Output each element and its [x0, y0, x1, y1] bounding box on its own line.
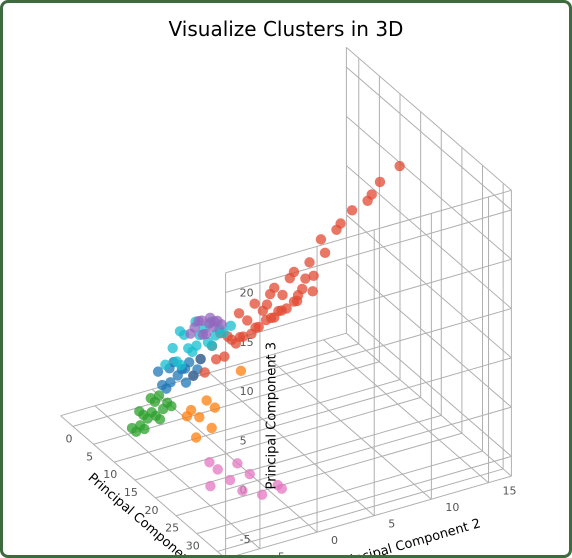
svg-text:0: 0: [331, 534, 338, 547]
point-cluster-red: [285, 273, 295, 283]
point-cluster-magenta: [245, 469, 255, 479]
point-cluster-red: [258, 306, 268, 316]
point-cluster-magenta: [232, 458, 242, 468]
svg-text:10: 10: [240, 385, 254, 398]
point-cluster-red: [292, 296, 302, 306]
point-cluster-red: [347, 205, 357, 215]
point-cluster-red: [300, 273, 310, 283]
point-cluster-red: [394, 161, 404, 171]
point-cluster-red: [261, 315, 271, 325]
point-cluster-purple: [204, 318, 214, 328]
point-cluster-red: [304, 257, 314, 267]
point-cluster-cyan: [172, 356, 182, 366]
svg-text:-5: -5: [240, 533, 251, 546]
point-cluster-red: [316, 234, 326, 244]
point-cluster-red: [320, 248, 330, 258]
svg-text:5: 5: [86, 450, 93, 463]
point-cluster-blue: [188, 371, 198, 381]
point-cluster-green: [146, 393, 156, 403]
point-cluster-magenta: [257, 489, 267, 499]
point-cluster-green: [158, 404, 168, 414]
point-cluster-cyan: [183, 343, 193, 353]
point-cluster-purple: [185, 328, 195, 338]
point-cluster-cyan: [226, 321, 236, 331]
point-cluster-red: [331, 225, 341, 235]
point-cluster-red: [277, 290, 287, 300]
point-cluster-cyan: [167, 343, 177, 353]
point-cluster-orange: [182, 411, 192, 421]
point-cluster-red: [265, 289, 275, 299]
point-cluster-magenta: [225, 475, 235, 485]
point-cluster-red: [234, 308, 244, 318]
svg-text:15: 15: [503, 485, 517, 498]
svg-text:20: 20: [240, 287, 254, 300]
point-cluster-orange: [210, 402, 220, 412]
point-cluster-red: [276, 305, 286, 315]
point-cluster-red: [242, 315, 252, 325]
svg-text:-5: -5: [274, 551, 285, 555]
point-cluster-blue: [157, 380, 167, 390]
svg-text:10: 10: [445, 501, 459, 514]
point-cluster-red: [211, 354, 221, 364]
point-cluster-red: [375, 177, 385, 187]
point-cluster-magenta: [213, 464, 223, 474]
point-cluster-magenta: [204, 457, 214, 467]
point-cluster-orange: [206, 423, 216, 433]
z-axis-label: Principal Component 3: [265, 342, 280, 489]
point-cluster-red: [362, 196, 372, 206]
y-axis-label: Principal Component 2: [337, 516, 483, 555]
point-cluster-orange: [194, 412, 204, 422]
point-cluster-red: [200, 367, 210, 377]
point-cluster-blue: [195, 354, 205, 364]
svg-text:0: 0: [65, 432, 72, 445]
point-cluster-cyan: [175, 326, 185, 336]
point-cluster-orange: [201, 395, 211, 405]
svg-text:5: 5: [388, 518, 395, 531]
point-cluster-orange: [191, 432, 201, 442]
chart-frame: Visualize Clusters in 3D 05101520253035 …: [0, 0, 572, 558]
svg-text:5: 5: [240, 434, 247, 447]
scatter-3d-plot: 05101520253035 -5051015 -505101520 Princ…: [3, 3, 569, 555]
point-cluster-red: [307, 286, 317, 296]
point-cluster-magenta: [237, 486, 247, 496]
point-cluster-red: [249, 298, 259, 308]
point-cluster-green: [127, 423, 137, 433]
point-cluster-magenta: [205, 481, 215, 491]
point-cluster-green: [134, 406, 144, 416]
point-cluster-red: [238, 331, 248, 341]
point-cluster-cyan: [160, 360, 170, 370]
point-cluster-orange: [236, 366, 246, 376]
